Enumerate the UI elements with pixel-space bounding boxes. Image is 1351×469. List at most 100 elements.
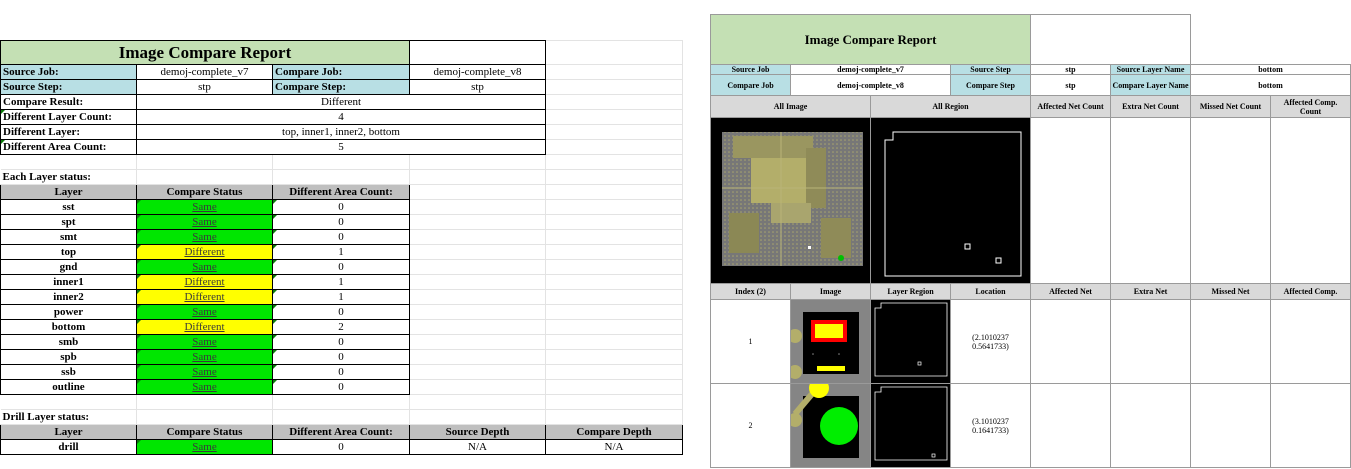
layer-name[interactable]: sst [0, 199, 137, 215]
layer-compare-status[interactable]: Different [136, 289, 273, 305]
layer-name[interactable]: outline [0, 379, 137, 395]
affected-net-cell[interactable] [1030, 299, 1112, 384]
right-compare-job-value[interactable]: demoj-complete_v8 [790, 74, 951, 96]
blank-cell[interactable] [409, 289, 547, 305]
blank-cell[interactable] [545, 274, 684, 290]
blank-cell[interactable] [272, 169, 411, 185]
blank-cell[interactable] [545, 349, 684, 365]
layer-name[interactable]: smb [0, 334, 137, 350]
blank-cell[interactable] [545, 139, 684, 155]
layer-compare-status[interactable]: Same [136, 199, 273, 215]
blank-cell[interactable] [409, 274, 547, 290]
right-source-job-value[interactable]: demoj-complete_v7 [790, 64, 951, 75]
blank-cell[interactable] [136, 154, 273, 170]
extra-net-count-cell[interactable] [1110, 117, 1192, 284]
blank-cell[interactable] [409, 184, 547, 200]
blank-cell[interactable] [545, 394, 684, 410]
blank-cell[interactable] [545, 409, 684, 425]
diff-region-thumbnail[interactable] [870, 299, 951, 384]
blank-cell[interactable] [409, 229, 547, 245]
blank-cell[interactable] [409, 364, 547, 380]
blank-cell[interactable] [409, 259, 547, 275]
missed-net-cell[interactable] [1190, 299, 1272, 384]
layer-compare-status[interactable]: Same [136, 259, 273, 275]
layer-name[interactable]: inner2 [0, 289, 137, 305]
layer-diff-area-count[interactable]: 0 [271, 349, 411, 365]
blank-cell[interactable] [545, 334, 684, 350]
blank-cell[interactable] [1030, 14, 1192, 65]
blank-cell[interactable] [545, 364, 684, 380]
blank-cell[interactable] [409, 334, 547, 350]
source-job-value[interactable]: demoj-complete_v7 [136, 64, 273, 80]
blank-cell[interactable] [409, 319, 547, 335]
missed-net-count-cell[interactable] [1190, 117, 1272, 284]
compare-layer-name-value[interactable]: bottom [1190, 74, 1351, 96]
blank-cell[interactable] [545, 319, 684, 335]
blank-cell[interactable] [0, 154, 137, 170]
blank-cell[interactable] [136, 394, 273, 410]
blank-cell[interactable] [409, 304, 547, 320]
layer-diff-area-count[interactable]: 0 [271, 364, 411, 380]
diff-layer-count-value[interactable]: 4 [135, 109, 547, 125]
layer-diff-area-count[interactable]: 1 [271, 274, 411, 290]
layer-diff-area-count[interactable]: 0 [271, 379, 411, 395]
layer-diff-area-count[interactable]: 1 [271, 289, 411, 305]
drill-source-depth[interactable]: N/A [409, 439, 547, 455]
layer-name[interactable]: bottom [0, 319, 137, 335]
right-compare-step-value[interactable]: stp [1030, 74, 1112, 96]
row-index[interactable]: 1 [710, 299, 791, 384]
blank-cell[interactable] [545, 109, 684, 125]
blank-cell[interactable] [545, 259, 684, 275]
blank-cell[interactable] [409, 154, 547, 170]
blank-cell[interactable] [545, 79, 684, 95]
layer-compare-status[interactable]: Different [136, 274, 273, 290]
location-cell[interactable]: (3.1010237 0.1641733) [949, 383, 1032, 468]
layer-name[interactable]: power [0, 304, 137, 320]
layer-diff-area-count[interactable]: 0 [271, 334, 411, 350]
layer-diff-area-count[interactable]: 1 [271, 244, 411, 260]
right-source-step-value[interactable]: stp [1030, 64, 1112, 75]
blank-cell[interactable] [545, 154, 684, 170]
layer-compare-status[interactable]: Same [136, 229, 273, 245]
layer-name[interactable]: ssb [0, 364, 137, 380]
layer-name[interactable]: inner1 [0, 274, 137, 290]
layer-compare-status[interactable]: Same [136, 379, 273, 395]
blank-cell[interactable] [545, 40, 684, 65]
layer-compare-status[interactable]: Same [136, 214, 273, 230]
diff-layer-value[interactable]: top, inner1, inner2, bottom [135, 124, 547, 140]
layer-name[interactable]: spt [0, 214, 137, 230]
blank-cell[interactable] [409, 169, 547, 185]
layer-compare-status[interactable]: Same [136, 349, 273, 365]
layer-diff-area-count[interactable]: 0 [271, 304, 411, 320]
layer-diff-area-count[interactable]: 0 [271, 214, 411, 230]
diff-area-count-value[interactable]: 5 [135, 139, 547, 155]
blank-cell[interactable] [409, 409, 547, 425]
layer-name[interactable]: gnd [0, 259, 137, 275]
diff-region-thumbnail[interactable] [870, 383, 951, 468]
blank-cell[interactable] [545, 289, 684, 305]
layer-name[interactable]: top [0, 244, 137, 260]
blank-cell[interactable] [272, 154, 411, 170]
layer-compare-status[interactable]: Same [136, 364, 273, 380]
all-region-thumbnail[interactable] [869, 117, 1032, 284]
blank-cell[interactable] [545, 184, 684, 200]
compare-job-value[interactable]: demoj-complete_v8 [409, 64, 547, 80]
layer-compare-status[interactable]: Different [136, 319, 273, 335]
blank-cell[interactable] [0, 394, 137, 410]
compare-result-value[interactable]: Different [135, 94, 547, 110]
blank-cell[interactable] [136, 409, 273, 425]
blank-cell[interactable] [545, 169, 684, 185]
affected-net-count-cell[interactable] [1030, 117, 1112, 284]
layer-name[interactable]: spb [0, 349, 137, 365]
layer-compare-status[interactable]: Same [136, 334, 273, 350]
drill-status[interactable]: Same [136, 439, 273, 455]
blank-cell[interactable] [409, 394, 547, 410]
blank-cell[interactable] [545, 229, 684, 245]
blank-cell[interactable] [272, 394, 411, 410]
blank-cell[interactable] [409, 214, 547, 230]
drill-compare-depth[interactable]: N/A [545, 439, 684, 455]
blank-cell[interactable] [545, 214, 684, 230]
row-index[interactable]: 2 [710, 383, 791, 468]
blank-cell[interactable] [409, 349, 547, 365]
all-image-thumbnail[interactable] [710, 117, 871, 284]
